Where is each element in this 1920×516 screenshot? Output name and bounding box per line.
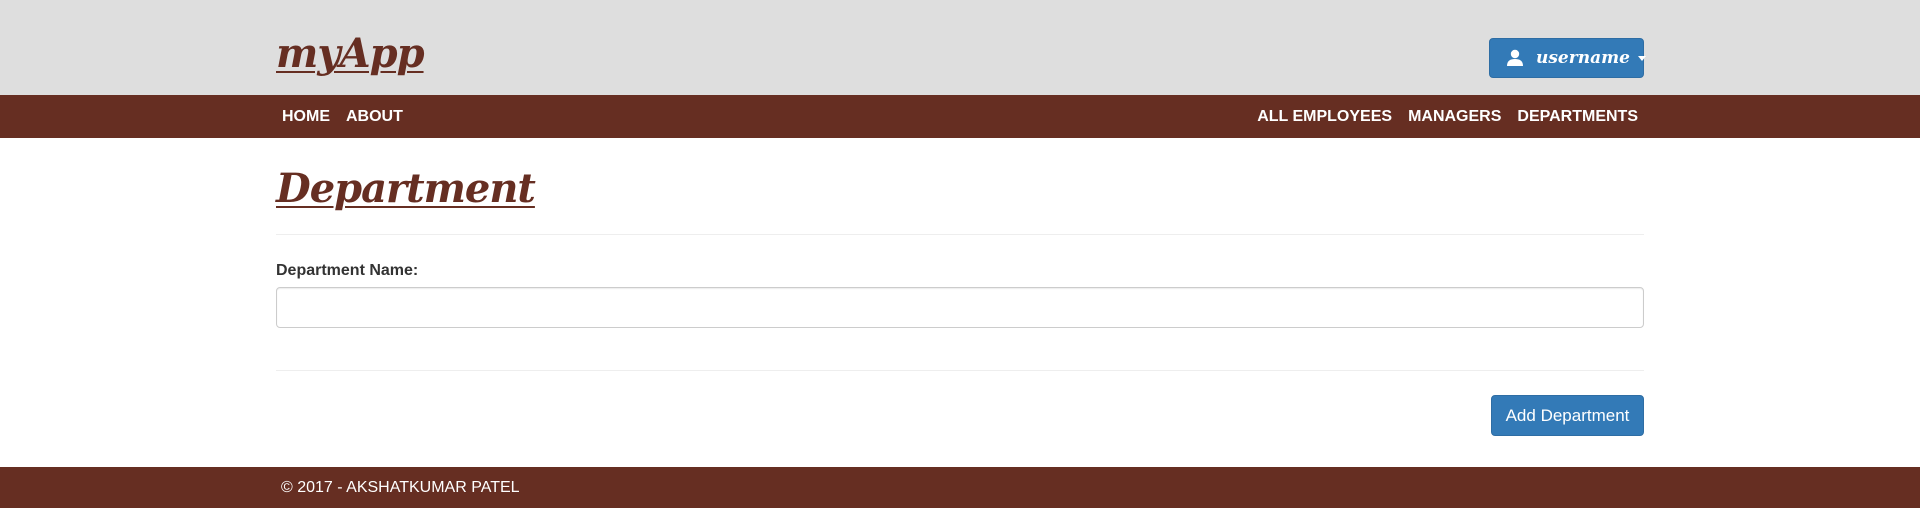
form-actions: Add Department xyxy=(276,395,1644,436)
top-header: myApp username xyxy=(0,0,1920,95)
department-form: Department Name: Add Department xyxy=(276,262,1644,436)
form-divider xyxy=(276,370,1644,371)
username-label: username xyxy=(1536,48,1630,68)
nav-link-departments[interactable]: DEPARTMENTS xyxy=(1509,95,1644,138)
user-menu-button[interactable]: username xyxy=(1489,38,1646,78)
app-logo[interactable]: myApp xyxy=(276,30,425,78)
footer-copyright: © 2017 - AKSHATKUMAR PATEL xyxy=(281,478,520,496)
nav-right-group: ALL EMPLOYEES MANAGERS DEPARTMENTS xyxy=(1249,95,1644,138)
department-name-label: Department Name: xyxy=(276,262,419,279)
chevron-down-icon xyxy=(1637,55,1646,61)
title-divider xyxy=(276,234,1644,235)
nav-left-group: HOME ABOUT xyxy=(276,95,411,138)
user-icon xyxy=(1506,49,1524,67)
department-name-input[interactable] xyxy=(276,287,1644,328)
nav-link-all-employees[interactable]: ALL EMPLOYEES xyxy=(1249,95,1400,138)
add-department-button[interactable]: Add Department xyxy=(1491,395,1644,436)
nav-link-home[interactable]: HOME xyxy=(276,95,338,138)
page-title: Department xyxy=(276,165,536,212)
header-container: myApp username xyxy=(276,0,1646,95)
footer-container: © 2017 - AKSHATKUMAR PATEL xyxy=(276,467,1644,508)
main-navbar: HOME ABOUT ALL EMPLOYEES MANAGERS DEPART… xyxy=(0,95,1920,138)
nav-link-managers[interactable]: MANAGERS xyxy=(1400,95,1509,138)
navbar-container: HOME ABOUT ALL EMPLOYEES MANAGERS DEPART… xyxy=(276,95,1644,138)
nav-link-about[interactable]: ABOUT xyxy=(338,95,411,138)
footer: © 2017 - AKSHATKUMAR PATEL xyxy=(0,467,1920,508)
main-content: Department Department Name: Add Departme… xyxy=(276,138,1644,436)
